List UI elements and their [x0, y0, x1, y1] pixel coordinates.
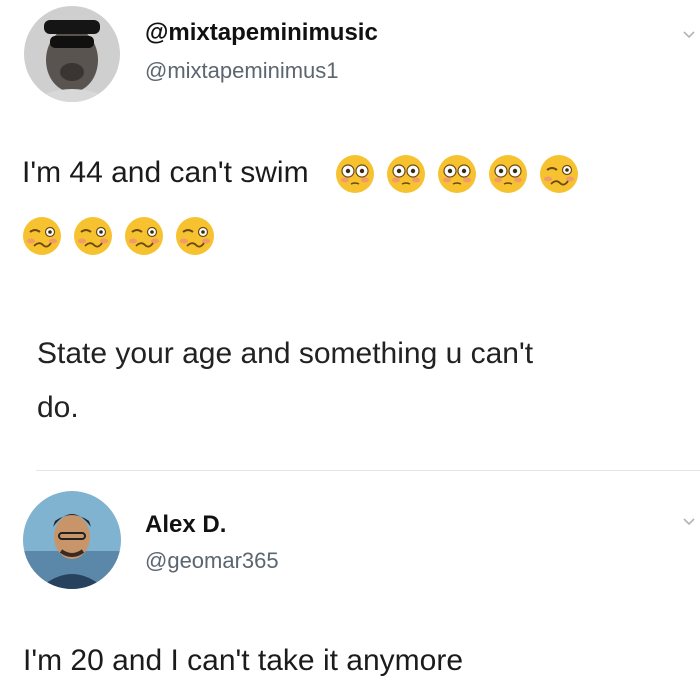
- flushed-face-emoji: [489, 155, 528, 194]
- tweet-quote: State your age and something u can't do.: [37, 327, 687, 435]
- woozy-face-emoji: [23, 217, 61, 256]
- avatar-image: [24, 6, 120, 102]
- tweet-author-handle[interactable]: @mixtapeminimus1: [145, 58, 339, 84]
- woozy-face-emoji: [74, 217, 112, 256]
- flushed-face-emoji: [336, 155, 375, 194]
- avatar-image: [23, 491, 121, 589]
- flushed-face-emoji: [438, 155, 477, 194]
- avatar-mixtapeminimusic[interactable]: [24, 6, 120, 102]
- woozy-face-emoji: [540, 155, 579, 194]
- reply-text: I'm 20 and I can't take it anymore: [23, 644, 464, 677]
- reply-author-handle[interactable]: @geomar365: [145, 548, 279, 574]
- chevron-down-icon[interactable]: [682, 28, 696, 42]
- flushed-face-emoji: [387, 155, 426, 194]
- quote-line-2: do.: [37, 391, 79, 424]
- tweet-author-name[interactable]: @mixtapeminimusic: [145, 19, 378, 47]
- quote-line-1: State your age and something u can't: [37, 337, 534, 370]
- reply-author-name[interactable]: Alex D.: [145, 511, 226, 539]
- divider: [36, 470, 700, 471]
- woozy-face-emoji: [176, 217, 214, 256]
- chevron-down-icon[interactable]: [682, 515, 696, 529]
- tweet-text: I'm 44 and can't swim: [22, 156, 309, 189]
- woozy-face-emoji: [125, 217, 163, 256]
- avatar-alex-d[interactable]: [23, 491, 121, 589]
- tweet-text-block: I'm 44 and can't swim: [22, 152, 682, 256]
